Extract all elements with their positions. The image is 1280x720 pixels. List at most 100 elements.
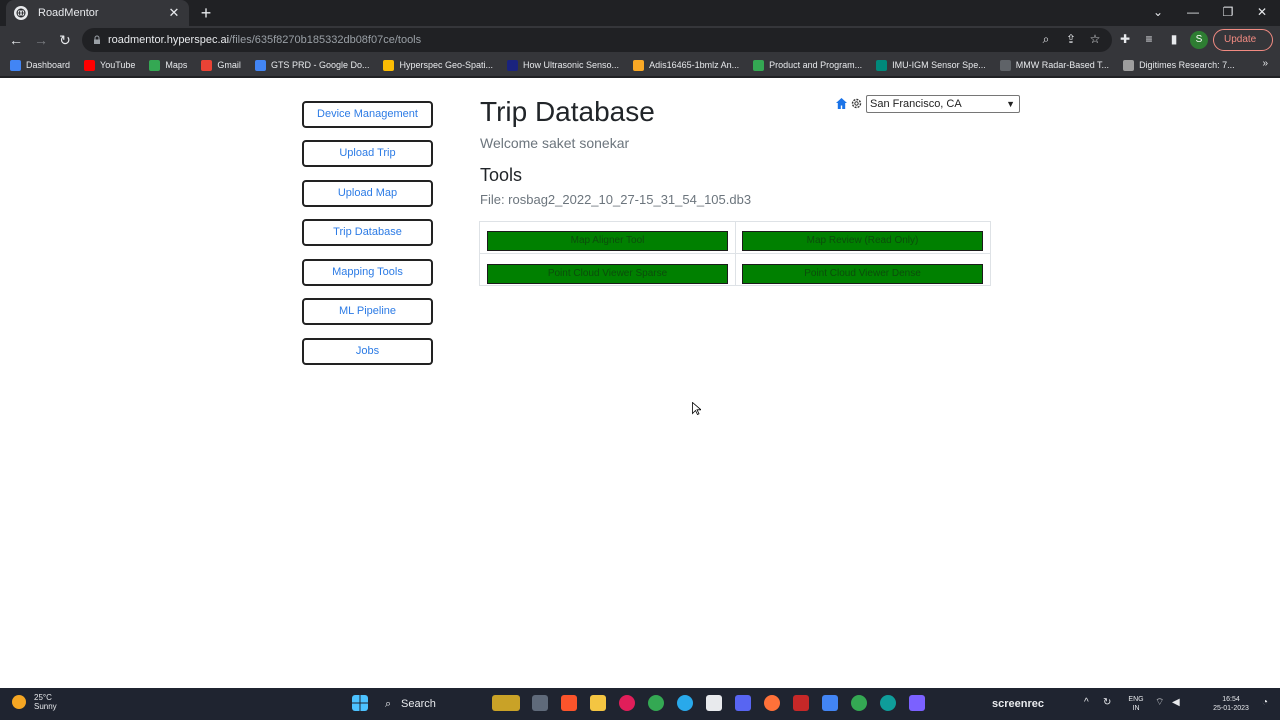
browser-toolbar: ← → ↻ roadmentor.hyperspec.ai/files/635f…: [0, 26, 1280, 54]
minimize-icon[interactable]: —: [1183, 3, 1203, 21]
screen-recorder-icon[interactable]: [793, 695, 809, 711]
bookmark-star-icon[interactable]: ☆: [1086, 30, 1104, 48]
share-icon[interactable]: ⇪: [1062, 30, 1080, 48]
notepad-icon[interactable]: [706, 695, 722, 711]
task-view-icon[interactable]: [532, 695, 548, 711]
update-button[interactable]: Update: [1213, 29, 1273, 51]
restore-icon[interactable]: ❐: [1218, 3, 1238, 21]
language-indicator[interactable]: ENG IN: [1124, 695, 1148, 713]
sidebar-item-jobs[interactable]: Jobs: [302, 338, 433, 365]
sidebar-item-upload-trip[interactable]: Upload Trip: [302, 140, 433, 167]
sidebar-item-device-management[interactable]: Device Management: [302, 101, 433, 128]
widget-icon[interactable]: [492, 695, 520, 711]
sun-icon: [12, 695, 26, 709]
windows-start-icon[interactable]: [352, 695, 368, 711]
bookmark-label: YouTube: [100, 60, 136, 70]
sidebar-item-mapping-tools[interactable]: Mapping Tools: [302, 259, 433, 286]
tab-search-icon[interactable]: ⌄: [1148, 3, 1168, 21]
tools-table: Map Aligner Tool Map Review (Read Only) …: [479, 221, 991, 286]
bookmark-label: Product and Program...: [769, 60, 863, 70]
bookmark-label: Digitimes Research: 7...: [1139, 60, 1235, 70]
tab-roadmentor[interactable]: RoadMentor ✕: [6, 0, 189, 26]
file-explorer-icon[interactable]: [590, 695, 606, 711]
bookmark-label: IMU-IGM Sensor Spe...: [892, 60, 986, 70]
brave-icon[interactable]: [561, 695, 577, 711]
telegram-icon[interactable]: [677, 695, 693, 711]
region-code: IN: [1132, 705, 1140, 712]
profile-avatar[interactable]: S: [1190, 31, 1208, 49]
temperature: 25°C: [34, 693, 52, 702]
sync-icon[interactable]: ↻: [1103, 698, 1111, 708]
search-label: Search: [401, 698, 436, 710]
new-tab-button[interactable]: +: [196, 3, 216, 23]
volume-icon[interactable]: ◀: [1172, 698, 1180, 708]
close-icon[interactable]: ✕: [167, 5, 181, 21]
bookmark-item[interactable]: Adis16465-1bmlz An...: [633, 59, 740, 71]
tab-title: RoadMentor: [38, 7, 99, 19]
docs-icon[interactable]: [822, 695, 838, 711]
bookmark-item[interactable]: MMW Radar-Based T...: [999, 59, 1109, 71]
bookmark-favicon-icon: [149, 59, 161, 71]
bookmark-item[interactable]: GTS PRD - Google Do...: [254, 59, 370, 71]
bookmark-label: Maps: [165, 60, 188, 70]
page-content: Device Management Upload Trip Upload Map…: [0, 78, 1280, 688]
home-icon[interactable]: [835, 97, 848, 110]
bookmark-item[interactable]: Dashboard: [10, 59, 71, 71]
zoom-icon[interactable]: ⌕: [1037, 30, 1055, 48]
city-select[interactable]: San Francisco, CA ▼: [866, 95, 1020, 113]
bookmarks-overflow-icon[interactable]: »: [1262, 58, 1268, 69]
slack-icon[interactable]: [619, 695, 635, 711]
clock[interactable]: 16:54 25-01-2023: [1208, 695, 1254, 713]
welcome-text: Welcome saket sonekar: [480, 135, 630, 151]
video-editor-icon[interactable]: [909, 695, 925, 711]
side-panel-icon[interactable]: ▮: [1165, 30, 1183, 48]
weather-widget[interactable]: 25°C Sunny: [12, 693, 57, 711]
bookmark-item[interactable]: How Ultrasonic Senso...: [507, 59, 619, 71]
window-close-icon[interactable]: ✕: [1252, 3, 1272, 21]
sidebar-item-ml-pipeline[interactable]: ML Pipeline: [302, 298, 433, 325]
bookmark-favicon-icon: [201, 59, 213, 71]
taskbar: 25°C Sunny ⌕ Search screenrec ^ ↻ ENG IN…: [0, 688, 1280, 720]
page-title: Trip Database: [480, 96, 655, 127]
bookmark-label: GTS PRD - Google Do...: [270, 60, 370, 70]
sidebar-item-trip-database[interactable]: Trip Database: [302, 219, 433, 246]
bookmark-favicon-icon: [383, 59, 395, 71]
point-cloud-sparse-button[interactable]: Point Cloud Viewer Sparse: [487, 264, 728, 284]
gear-icon[interactable]: [850, 97, 863, 110]
bookmark-item[interactable]: Digitimes Research: 7...: [1123, 59, 1235, 71]
sidebar-item-upload-map[interactable]: Upload Map: [302, 180, 433, 207]
reload-icon[interactable]: ↻: [55, 30, 75, 50]
edge-icon[interactable]: [880, 695, 896, 711]
address-bar[interactable]: roadmentor.hyperspec.ai/files/635f8270b1…: [82, 28, 1112, 52]
bookmark-label: Dashboard: [26, 60, 71, 70]
bookmark-item[interactable]: Gmail: [201, 59, 241, 71]
notification-icon[interactable]: ◔: [1262, 698, 1268, 708]
chrome-icon[interactable]: [648, 695, 664, 711]
extensions-icon[interactable]: ✚: [1116, 30, 1134, 48]
bookmark-item[interactable]: YouTube: [84, 59, 136, 71]
back-icon[interactable]: ←: [6, 30, 26, 50]
bookmark-item[interactable]: Hyperspec Geo-Spati...: [383, 59, 494, 71]
map-aligner-tool-button[interactable]: Map Aligner Tool: [487, 231, 728, 251]
bookmark-favicon-icon: [753, 59, 765, 71]
chrome-active-icon[interactable]: [851, 695, 867, 711]
clock-date: 25-01-2023: [1213, 705, 1249, 712]
map-review-button[interactable]: Map Review (Read Only): [742, 231, 983, 251]
tray-chevron-icon[interactable]: ^: [1084, 698, 1089, 708]
forward-icon[interactable]: →: [31, 30, 51, 50]
bookmark-item[interactable]: IMU-IGM Sensor Spe...: [876, 59, 986, 71]
bookmark-label: Adis16465-1bmlz An...: [649, 60, 740, 70]
reading-list-icon[interactable]: ≡: [1140, 30, 1158, 48]
firefox-icon[interactable]: [764, 695, 780, 711]
bookmark-label: Hyperspec Geo-Spati...: [399, 60, 494, 70]
mouse-cursor-icon: [692, 402, 701, 415]
bookmark-item[interactable]: Product and Program...: [753, 59, 863, 71]
bookmark-favicon-icon: [84, 59, 96, 71]
clock-time: 16:54: [1222, 696, 1240, 703]
point-cloud-dense-button[interactable]: Point Cloud Viewer Dense: [742, 264, 983, 284]
wifi-icon[interactable]: ⌔: [1155, 698, 1164, 708]
app-p-icon[interactable]: [735, 695, 751, 711]
bookmark-item[interactable]: Maps: [149, 59, 188, 71]
tools-heading: Tools: [480, 165, 523, 185]
weather-condition: Sunny: [34, 702, 57, 711]
